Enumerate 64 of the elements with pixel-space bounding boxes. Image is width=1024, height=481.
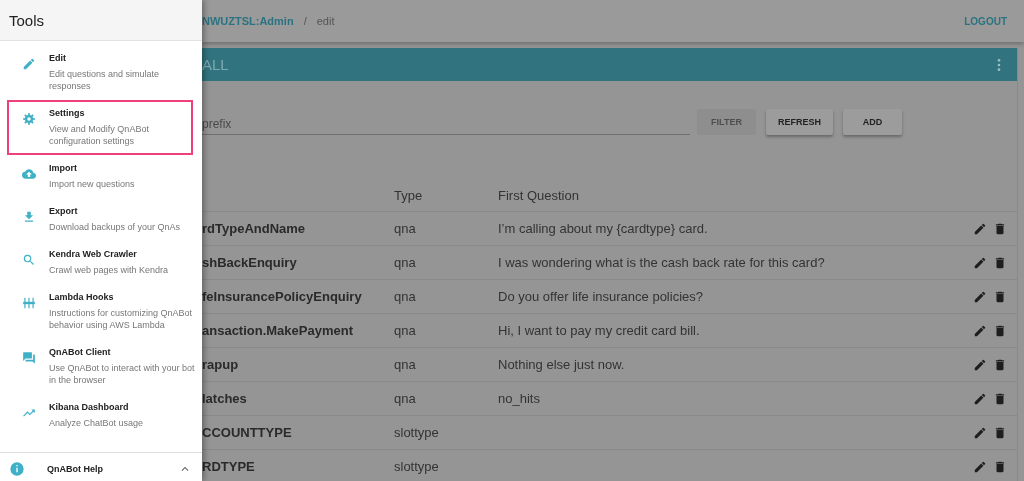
settings-icon — [22, 112, 36, 126]
drawer-item[interactable]: Edit Edit questions and simulate responses — [7, 45, 193, 100]
table-cell: feInsurancePolicyEnquiry — [202, 289, 362, 304]
edit-icon — [973, 391, 987, 406]
delete-icon — [993, 255, 1007, 270]
table-cell: qna — [394, 255, 416, 270]
table-cell: slottype — [394, 425, 439, 440]
card-title: ALL — [202, 56, 229, 73]
chat-bubbles-icon — [22, 351, 36, 365]
drawer-item[interactable]: Export Download backups of your QnAs — [7, 198, 193, 241]
delete-icon — [993, 289, 1007, 304]
drawer-item[interactable]: Kibana Dashboard Analyze ChatBot usage — [7, 394, 193, 437]
table-cell: qna — [394, 357, 416, 372]
table-cell: rdTypeAndName — [202, 221, 306, 236]
add-button[interactable]: ADD — [843, 109, 902, 135]
table-cell: qna — [394, 323, 416, 338]
table-cell: qna — [394, 221, 416, 236]
table-cell: qna — [394, 391, 416, 406]
table-cell: Hi, I want to pay my credit card bill. — [498, 323, 700, 338]
cloud-upload-icon — [22, 167, 36, 181]
edit-icon — [973, 323, 987, 338]
table-cell: Do you offer life insurance policies? — [498, 289, 703, 304]
delete-icon — [993, 323, 1007, 338]
column-header: First Question — [498, 187, 579, 203]
delete-icon — [993, 357, 1007, 372]
edit-icon — [973, 459, 987, 474]
drawer-item[interactable]: Import Import new questions — [7, 155, 193, 198]
edit-icon — [973, 357, 987, 372]
edit-icon — [973, 221, 987, 236]
table-cell: I was wondering what is the cash back rate for this card? — [498, 255, 825, 270]
filter-field[interactable]: prefix — [202, 117, 690, 135]
drawer-item[interactable]: QnABot Help — [0, 452, 202, 481]
table-cell: slottype — [394, 459, 439, 474]
drawer-item[interactable]: Lambda Hooks Instructions for customizing QnABot behavior using AWS Lambda — [7, 284, 193, 339]
sliders-icon — [22, 296, 36, 310]
drawer-item[interactable]: Settings View and Modify QnABot configuration settings — [7, 100, 193, 155]
table-cell: qna — [394, 289, 416, 304]
download-icon — [22, 210, 36, 224]
drawer-item[interactable]: QnABot Client Use QnABot to interact with your bot in the browser — [7, 339, 193, 394]
breadcrumb-separator: / — [303, 15, 307, 27]
table-cell: ansaction.MakePayment — [202, 323, 353, 338]
delete-icon — [993, 425, 1007, 440]
pencil-icon — [22, 57, 36, 71]
search-icon — [22, 253, 36, 267]
table-cell: I’m calling about my {cardtype} card. — [498, 221, 708, 236]
info-icon — [9, 461, 25, 477]
delete-icon — [993, 221, 1007, 236]
drawer-title: Tools — [9, 11, 45, 29]
delete-icon — [993, 391, 1007, 406]
table-cell: Nothing else just now. — [498, 357, 625, 372]
edit-icon — [973, 255, 987, 270]
table-cell: CCOUNTTYPE — [202, 425, 292, 440]
table-cell: rapup — [202, 357, 239, 372]
column-header: Type — [394, 187, 424, 203]
table-cell: no_hits — [498, 391, 540, 406]
table-cell: shBackEnquiry — [202, 255, 297, 270]
breadcrumb-current: edit — [316, 15, 335, 27]
edit-icon — [973, 289, 987, 304]
edit-icon — [973, 425, 987, 440]
table-cell: RDTYPE — [202, 459, 255, 474]
table-cell: latches — [202, 391, 247, 406]
refresh-button[interactable]: REFRESH — [766, 109, 833, 135]
drawer-item[interactable]: Kendra Web Crawler Crawl web pages with Kendra — [7, 241, 193, 284]
delete-icon — [993, 459, 1007, 474]
